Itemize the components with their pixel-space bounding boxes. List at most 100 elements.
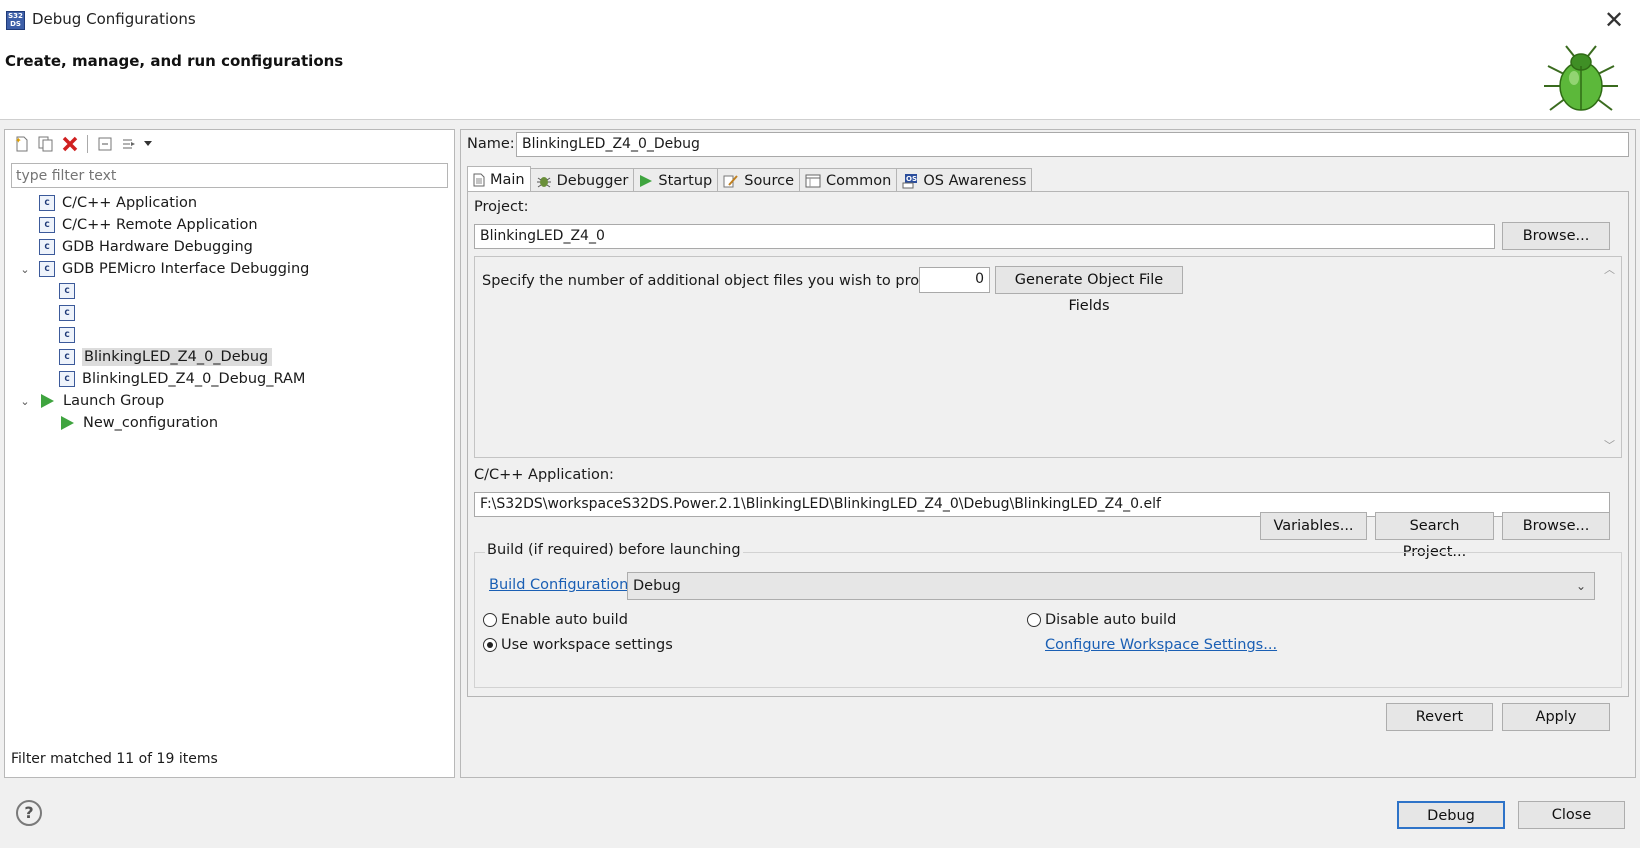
tree-item-label: C/C++ Application (62, 195, 198, 211)
disable-auto-build-radio[interactable]: Disable auto build (1027, 612, 1176, 628)
configure-workspace-settings-link[interactable]: Configure Workspace Settings... (1045, 637, 1277, 653)
radio-circle (1027, 613, 1041, 627)
scroll-up-icon[interactable]: ︿ (1604, 261, 1615, 277)
c-config-icon: c (39, 217, 55, 233)
tree-item-label: New_configuration (83, 415, 219, 431)
main-tab-panel: Project: BlinkingLED_Z4_0 Browse... Spec… (467, 191, 1629, 697)
radio-circle (483, 638, 497, 652)
c-config-icon: c (59, 327, 75, 343)
tree-item[interactable]: ⌄ Launch Group (5, 390, 454, 412)
tab-label: Startup (658, 172, 713, 189)
chevron-down-icon[interactable]: ⌄ (17, 263, 33, 276)
tree-item-label: GDB PEMicro Interface Debugging (62, 261, 310, 277)
tree-item[interactable]: c (5, 280, 454, 302)
dialog-title: Create, manage, and run configurations (5, 52, 344, 70)
os-tab-icon: OS (902, 173, 918, 188)
build-configuration-select[interactable]: Debug ⌄ (627, 572, 1595, 600)
object-files-count-field[interactable]: 0 (919, 267, 990, 293)
tree-item[interactable]: c BlinkingLED_Z4_0_Debug_RAM (5, 368, 454, 390)
c-config-icon: c (59, 371, 75, 387)
application-label: C/C++ Application: (474, 467, 614, 483)
debug-bug-icon (1544, 45, 1618, 111)
tree-item[interactable]: New_configuration (5, 412, 454, 434)
c-config-icon: c (59, 305, 75, 321)
window-titlebar: S32 DS Debug Configurations ✕ (0, 0, 1640, 40)
filter-status: Filter matched 11 of 19 items (11, 751, 218, 767)
new-configuration-icon[interactable]: ✦ (11, 133, 33, 155)
search-project-button[interactable]: Search Project... (1375, 512, 1494, 560)
source-tab-icon (723, 174, 738, 187)
dialog-header: Create, manage, and run configurations (0, 40, 1640, 120)
close-button[interactable]: Close (1518, 801, 1625, 829)
enable-auto-build-radio[interactable]: Enable auto build (483, 612, 628, 628)
debug-button[interactable]: Debug (1397, 801, 1505, 829)
object-files-area: Specify the number of additional object … (474, 256, 1622, 458)
radio-circle (483, 613, 497, 627)
tab-label: Common (826, 172, 892, 189)
tree-item[interactable]: ⌄ c GDB PEMicro Interface Debugging (5, 258, 454, 280)
filter-input[interactable] (11, 163, 448, 188)
revert-button[interactable]: Revert (1386, 703, 1493, 731)
tab-label: Source (744, 172, 795, 189)
scroll-down-icon[interactable]: ﹀ (1604, 437, 1615, 453)
help-icon[interactable]: ? (16, 800, 42, 826)
toolbar-separator (87, 135, 88, 153)
collapse-all-icon[interactable] (94, 133, 116, 155)
configuration-editor-panel: Name: BlinkingLED_Z4_0_Debug Main Debugg… (460, 129, 1636, 778)
application-browse-button[interactable]: Browse... (1502, 512, 1610, 540)
common-tab-icon (805, 174, 821, 187)
apply-button[interactable]: Apply (1502, 703, 1610, 731)
debugger-tab-icon (536, 176, 551, 187)
c-config-icon: c (39, 195, 55, 211)
radio-label: Use workspace settings (501, 637, 673, 653)
tree-item[interactable]: c (5, 302, 454, 324)
tree-item[interactable]: c GDB Hardware Debugging (5, 236, 454, 258)
tab-main[interactable]: Main (467, 166, 531, 192)
tree-item[interactable]: c BlinkingLED_Z4_0_Debug (5, 346, 454, 368)
generate-object-file-fields-button[interactable]: Generate Object File Fields (995, 266, 1183, 314)
chevron-down-icon: ⌄ (1575, 579, 1586, 593)
tab-os-awareness[interactable]: OS OS Awareness (896, 168, 1033, 192)
filter-icon[interactable] (118, 133, 140, 155)
c-config-icon: c (39, 239, 55, 255)
configuration-tabs: Main Debugger Startup Source Common OS O… (467, 166, 1033, 192)
duplicate-configuration-icon[interactable] (35, 133, 57, 155)
tree-item-label: C/C++ Remote Application (62, 217, 258, 233)
tree-item[interactable]: c (5, 324, 454, 346)
radio-label: Enable auto build (501, 612, 628, 628)
name-label: Name: (467, 136, 515, 152)
tree-toolbar: ✦ (11, 130, 154, 158)
tree-item-label: GDB Hardware Debugging (62, 239, 253, 255)
build-configuration-link[interactable]: Build Configuration: (489, 577, 633, 593)
configuration-name-field[interactable]: BlinkingLED_Z4_0_Debug (516, 132, 1629, 157)
radio-label: Disable auto build (1045, 612, 1177, 628)
tab-label: Main (490, 171, 525, 188)
variables-button[interactable]: Variables... (1260, 512, 1367, 540)
object-files-label: Specify the number of additional object … (482, 273, 963, 289)
window-title: Debug Configurations (32, 10, 196, 28)
svg-text:OS: OS (906, 175, 917, 183)
c-config-icon: c (39, 261, 55, 277)
use-workspace-settings-radio[interactable]: Use workspace settings (483, 637, 673, 653)
tree-item[interactable]: c C/C++ Application (5, 192, 454, 214)
tab-startup[interactable]: Startup (633, 168, 719, 192)
tree-item[interactable]: c C/C++ Remote Application (5, 214, 454, 236)
project-field[interactable]: BlinkingLED_Z4_0 (474, 224, 1495, 249)
project-browse-button[interactable]: Browse... (1502, 222, 1610, 250)
tab-label: OS Awareness (923, 172, 1027, 189)
delete-configuration-icon[interactable] (59, 133, 81, 155)
tab-label: Debugger (556, 172, 629, 189)
build-group-title: Build (if required) before launching (485, 542, 743, 558)
tab-debugger[interactable]: Debugger (529, 168, 635, 192)
c-config-icon: c (59, 283, 75, 299)
launch-group-icon (41, 394, 54, 408)
build-before-launch-group: Build (if required) before launching Bui… (474, 542, 1622, 688)
tab-common[interactable]: Common (799, 168, 898, 192)
configuration-tree-panel: ✦ c C/C++ Application c C/C++ Remote Applic… (4, 129, 455, 778)
startup-tab-icon (640, 174, 653, 187)
chevron-down-icon[interactable]: ⌄ (17, 395, 33, 408)
view-menu-chevron-down-icon[interactable] (142, 133, 154, 155)
close-icon[interactable]: ✕ (1596, 4, 1632, 36)
tab-source[interactable]: Source (717, 168, 801, 192)
tree-item-label: Launch Group (63, 393, 165, 409)
